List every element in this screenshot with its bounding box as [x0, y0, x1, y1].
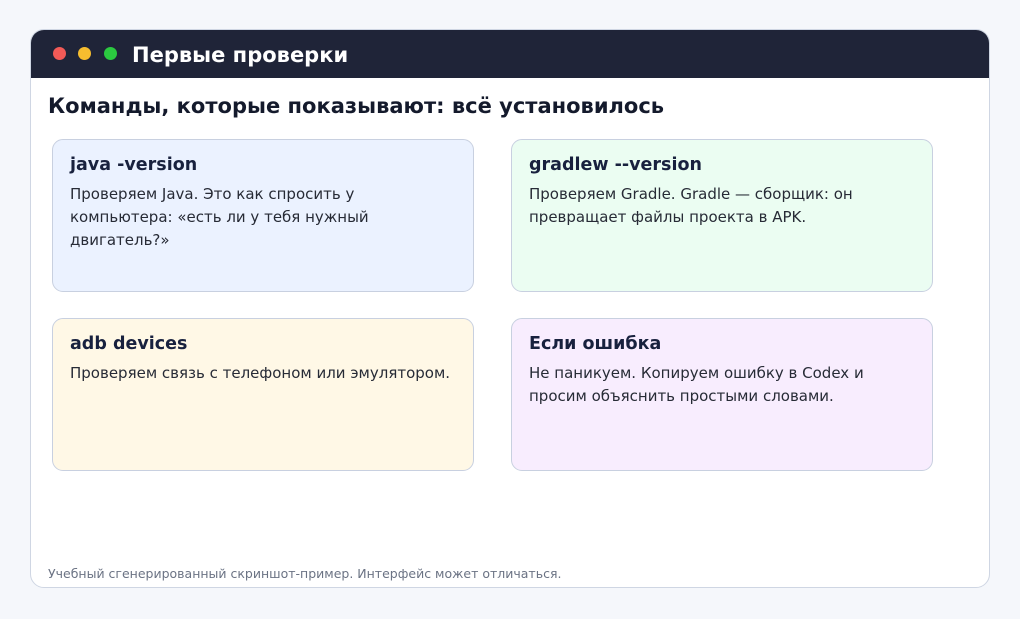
card-description: Проверяем Java. Это как спросить у компь…: [70, 185, 369, 249]
minimize-window-button[interactable]: [78, 47, 91, 60]
card-java-version: java -version Проверяем Java. Это как сп…: [52, 139, 474, 292]
title-bar: Первые проверки: [31, 30, 989, 78]
footer-disclaimer: Учебный сгенерированный скриншот-пример.…: [48, 566, 562, 581]
card-title: gradlew --version: [529, 155, 702, 175]
card-adb-devices: adb devices Проверяем связь с телефоном …: [52, 318, 474, 471]
card-description: Не паникуем. Копируем ошибку в Codex и п…: [529, 364, 864, 405]
card-if-error: Если ошибка Не паникуем. Копируем ошибку…: [511, 318, 933, 471]
card-description: Проверяем Gradle. Gradle — сборщик: он п…: [529, 185, 853, 226]
card-title: Если ошибка: [529, 334, 662, 354]
card-title: adb devices: [70, 334, 188, 354]
window-title: Первые проверки: [132, 43, 349, 67]
close-window-button[interactable]: [53, 47, 66, 60]
app-window: Первые проверки Команды, которые показыв…: [30, 29, 990, 588]
card-description: Проверяем связь с телефоном или эмулятор…: [70, 364, 451, 382]
maximize-window-button[interactable]: [104, 47, 117, 60]
card-title: java -version: [70, 155, 198, 175]
card-gradlew-version: gradlew --version Проверяем Gradle. Grad…: [511, 139, 933, 292]
page-heading: Команды, которые показывают: всё установ…: [48, 94, 665, 118]
